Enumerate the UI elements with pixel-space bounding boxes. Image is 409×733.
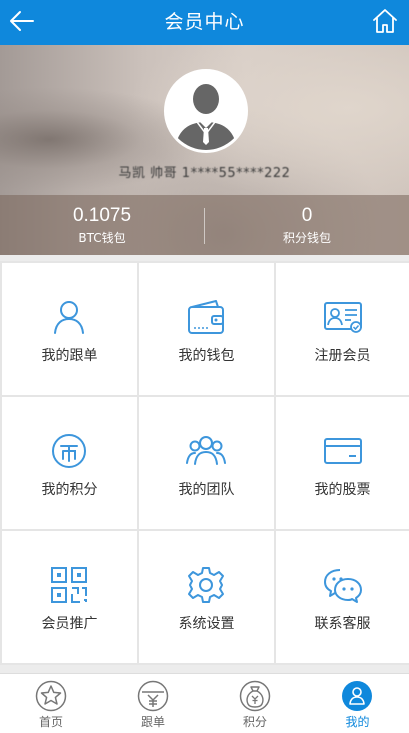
points-wallet-value: 0 — [301, 205, 313, 226]
menu-item-label: 我的股票 — [314, 482, 371, 498]
money-bag-icon — [239, 680, 271, 712]
bottom-tab-bar: 首页 跟单 积分 我的 — [0, 673, 409, 733]
btc-wallet[interactable]: 0.1075 BTC钱包 — [0, 195, 204, 255]
menu-item-label: 我的团队 — [178, 482, 235, 498]
wallet-summary: 0.1075 BTC钱包 0 积分钱包 — [0, 195, 409, 255]
tab-follow-orders[interactable]: 跟单 — [102, 674, 204, 733]
menu-item-label: 我的积分 — [41, 482, 98, 498]
tab-label: 首页 — [38, 715, 63, 729]
menu-item-label: 会员推广 — [41, 616, 98, 632]
menu-item-label: 联系客服 — [314, 616, 371, 632]
home-icon[interactable] — [371, 7, 399, 35]
menu-item-my-wallet[interactable]: 我的钱包 — [139, 263, 274, 395]
points-wallet-label: 积分钱包 — [282, 231, 331, 245]
default-avatar-icon — [167, 72, 245, 150]
user-icon — [54, 301, 84, 334]
team-icon — [186, 436, 226, 465]
menu-item-customer-service[interactable]: 联系客服 — [276, 531, 409, 663]
tab-label: 跟单 — [140, 715, 165, 729]
btc-wallet-value: 0.1075 — [72, 205, 132, 226]
gear-icon — [188, 567, 224, 603]
menu-item-register-member[interactable]: 注册会员 — [276, 263, 409, 395]
btc-wallet-label: BTC钱包 — [78, 231, 126, 245]
points-wallet[interactable]: 0 积分钱包 — [205, 195, 409, 255]
menu-item-label: 我的钱包 — [178, 348, 235, 364]
username: 马凯 帅哥 1****55****222 — [118, 166, 291, 181]
person-icon — [342, 681, 372, 711]
menu-item-my-stocks[interactable]: 我的股票 — [276, 397, 409, 529]
chat-icon — [324, 569, 362, 603]
wallet-icon — [188, 300, 224, 334]
page-title: 会员中心 — [164, 11, 245, 33]
menu-item-my-points[interactable]: 我的积分 — [2, 397, 137, 529]
id-card-icon — [324, 302, 362, 333]
menu-item-label: 注册会员 — [314, 348, 371, 364]
header-bar: 会员中心 — [0, 0, 409, 45]
coin-icon — [52, 434, 86, 468]
avatar[interactable] — [164, 69, 248, 153]
card-icon — [324, 438, 362, 464]
menu-item-my-orders[interactable]: 我的跟单 — [2, 263, 137, 395]
tab-label: 积分 — [242, 715, 267, 729]
tab-points[interactable]: 积分 — [204, 674, 306, 733]
menu-item-system-settings[interactable]: 系统设置 — [139, 531, 274, 663]
profile-header: 马凯 帅哥 1****55****222 0.1075 BTC钱包 0 积分钱包 — [0, 45, 409, 255]
menu-item-my-team[interactable]: 我的团队 — [139, 397, 274, 529]
menu-grid: 我的跟单 我的钱包 注册会员 我的积分 我的团队 我的股票 会员推广 系统设置 … — [0, 261, 409, 665]
menu-item-label: 系统设置 — [178, 616, 235, 632]
qrcode-icon — [51, 567, 87, 603]
menu-item-label: 我的跟单 — [41, 348, 98, 364]
menu-item-member-promotion[interactable]: 会员推广 — [2, 531, 137, 663]
tab-label: 我的 — [345, 715, 370, 729]
star-icon — [35, 680, 67, 712]
tab-mine[interactable]: 我的 — [306, 674, 409, 733]
tab-home[interactable]: 首页 — [0, 674, 102, 733]
yen-icon — [137, 680, 169, 712]
